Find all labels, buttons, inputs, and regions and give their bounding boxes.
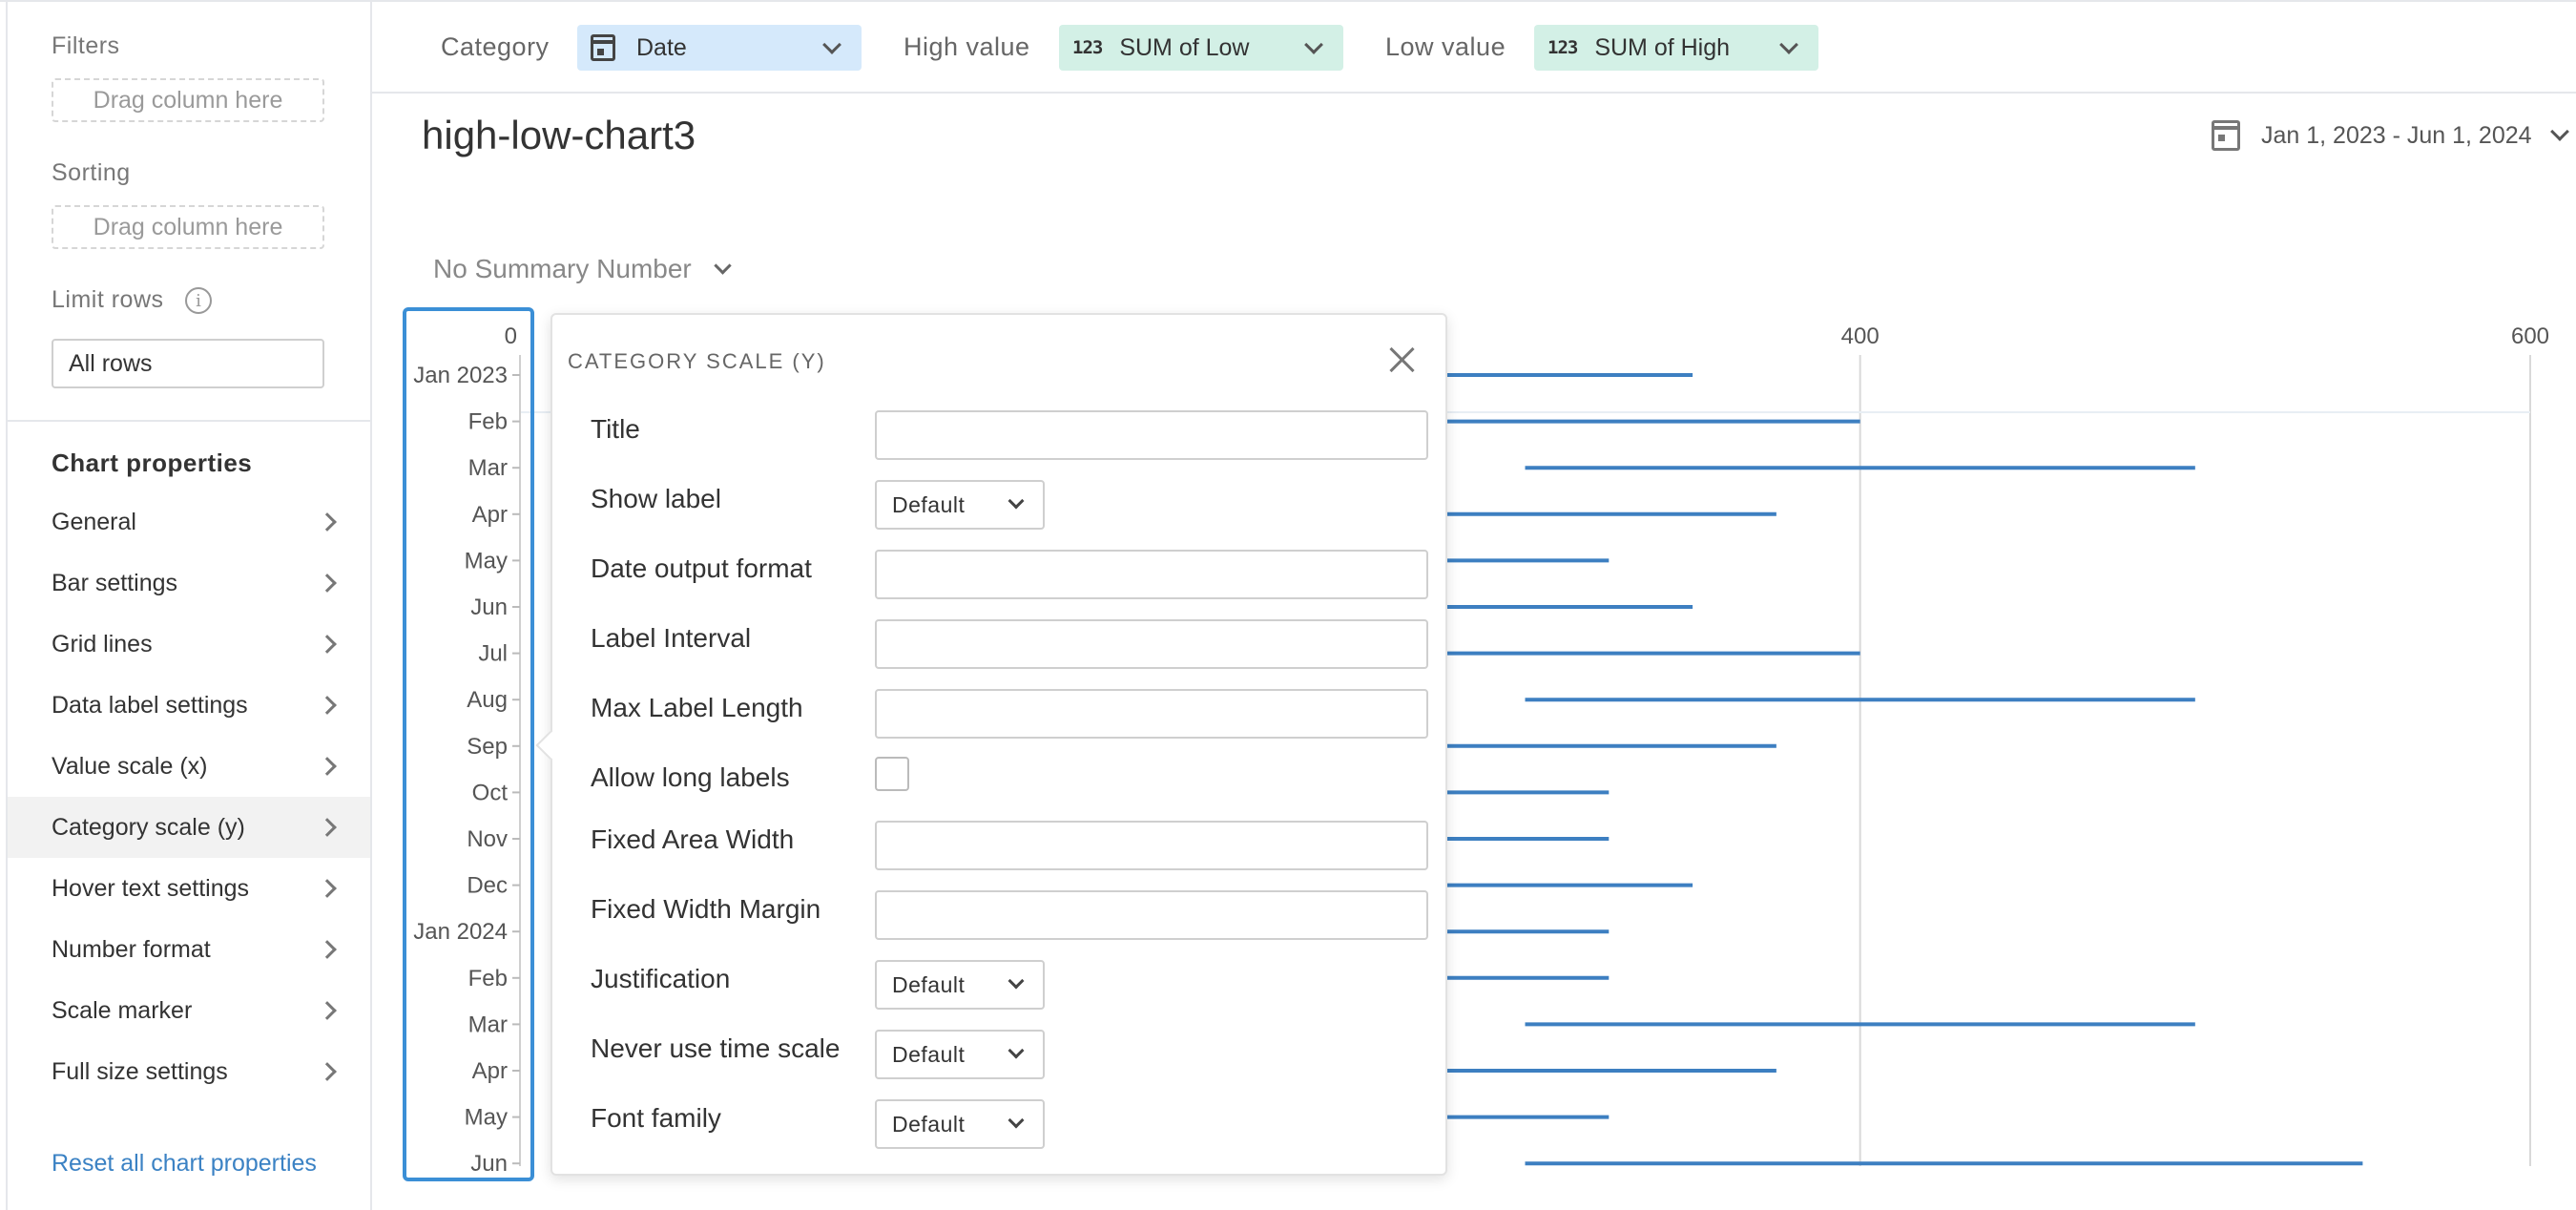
close-icon[interactable] bbox=[1388, 345, 1417, 374]
category-axis-selection[interactable] bbox=[403, 307, 534, 1181]
title-label: Title bbox=[591, 414, 640, 444]
date-output-format-label: Date output format bbox=[591, 553, 812, 583]
fixed-area-width-label: Fixed Area Width bbox=[591, 824, 795, 854]
allow-long-labels-label: Allow long labels bbox=[591, 762, 790, 792]
never-use-time-scale-select[interactable]: Default bbox=[875, 1030, 1045, 1079]
chevron-down-icon bbox=[1008, 1112, 1025, 1129]
x-tick-label: 600 bbox=[2511, 323, 2549, 349]
date-output-format-input[interactable] bbox=[875, 550, 1428, 599]
font-family-label: Font family bbox=[591, 1103, 721, 1133]
x-tick-label: 400 bbox=[1841, 323, 1880, 349]
chevron-down-icon bbox=[1008, 492, 1025, 510]
font-family-select[interactable]: Default bbox=[875, 1099, 1045, 1149]
show-label-select[interactable]: Default bbox=[875, 480, 1045, 530]
never-use-time-scale-label: Never use time scale bbox=[591, 1033, 841, 1063]
fixed-width-margin-label: Fixed Width Margin bbox=[591, 894, 821, 924]
justification-select[interactable]: Default bbox=[875, 960, 1045, 1010]
show-label-value: Default bbox=[892, 491, 966, 517]
justification-label: Justification bbox=[591, 964, 731, 993]
show-label-label: Show label bbox=[591, 484, 721, 513]
label-interval-label: Label Interval bbox=[591, 623, 752, 653]
justification-value: Default bbox=[892, 971, 966, 997]
max-label-length-label: Max Label Length bbox=[591, 693, 803, 722]
font-family-value: Default bbox=[892, 1111, 966, 1137]
chevron-down-icon bbox=[1008, 1042, 1025, 1059]
title-input[interactable] bbox=[875, 410, 1428, 460]
fixed-width-margin-input[interactable] bbox=[875, 890, 1428, 940]
fixed-area-width-input[interactable] bbox=[875, 821, 1428, 870]
chevron-down-icon bbox=[1008, 972, 1025, 990]
category-scale-popup: CATEGORY SCALE (Y) Title Show label Defa… bbox=[535, 313, 1447, 1176]
never-use-time-scale-value: Default bbox=[892, 1041, 966, 1067]
label-interval-input[interactable] bbox=[875, 619, 1428, 669]
allow-long-labels-checkbox[interactable] bbox=[875, 757, 909, 791]
popup-title: CATEGORY SCALE (Y) bbox=[568, 349, 826, 373]
max-label-length-input[interactable] bbox=[875, 689, 1428, 739]
